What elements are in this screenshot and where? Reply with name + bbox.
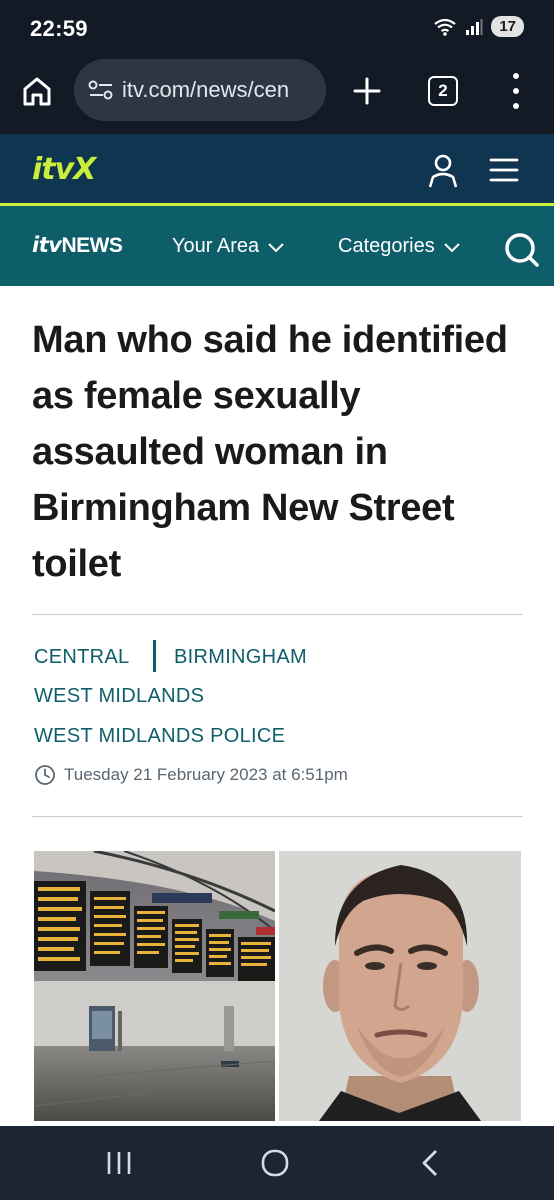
status-bar: 22:59 17 xyxy=(0,0,554,56)
timestamp-text: Tuesday 21 February 2023 at 6:51pm xyxy=(64,765,348,784)
address-bar[interactable]: itv.com/news/cen xyxy=(74,59,326,121)
clock-icon xyxy=(35,765,55,785)
tag-central[interactable]: CENTRAL xyxy=(34,646,129,669)
signal-icon xyxy=(466,18,483,35)
itvx-logo[interactable]: itvX xyxy=(32,152,96,187)
article-headline: Man who said he identified as female sex… xyxy=(32,319,508,585)
news-nav: itvNEWS Your Area Categories xyxy=(0,206,554,286)
back-icon[interactable] xyxy=(414,1148,448,1178)
system-navigation-bar xyxy=(0,1126,554,1200)
tag-divider xyxy=(153,640,156,672)
account-icon[interactable] xyxy=(424,152,462,190)
article: Man who said he identified as female sex… xyxy=(0,286,554,1126)
plus-icon[interactable] xyxy=(350,74,384,108)
nav-your-area-label: Your Area xyxy=(172,235,260,257)
url-text: itv.com/news/cen xyxy=(122,77,290,102)
hamburger-icon[interactable] xyxy=(488,156,520,184)
tab-switcher-button[interactable]: 2 xyxy=(428,76,458,106)
status-time: 22:59 xyxy=(30,16,88,41)
nav-categories-label: Categories xyxy=(338,235,435,257)
home-circle-icon[interactable] xyxy=(258,1148,292,1178)
divider xyxy=(32,614,523,615)
logo-news: NEWS xyxy=(61,234,123,257)
itv-news-logo[interactable]: itvNEWS xyxy=(32,233,123,258)
train-station-photo xyxy=(34,851,275,1121)
browser-toolbar: itv.com/news/cen 2 xyxy=(0,56,554,134)
site-settings-icon[interactable] xyxy=(88,79,114,101)
divider xyxy=(32,816,523,817)
recents-icon[interactable] xyxy=(102,1148,136,1178)
mugshot-photo xyxy=(279,851,521,1121)
tag-birmingham[interactable]: BIRMINGHAM xyxy=(174,646,307,669)
nav-categories[interactable]: Categories xyxy=(338,235,461,258)
chevron-down-icon xyxy=(268,242,284,252)
article-timestamp: Tuesday 21 February 2023 at 6:51pm xyxy=(34,764,348,786)
search-icon[interactable] xyxy=(502,230,540,268)
wifi-icon xyxy=(434,18,456,36)
tag-west-midlands[interactable]: WEST MIDLANDS xyxy=(34,685,204,708)
more-vert-icon[interactable] xyxy=(506,73,526,109)
tag-west-midlands-police[interactable]: WEST MIDLANDS POLICE xyxy=(34,725,285,748)
logo-itv: itv xyxy=(32,233,62,257)
chevron-down-icon xyxy=(444,242,460,252)
status-icons: 17 xyxy=(433,16,524,37)
nav-your-area[interactable]: Your Area xyxy=(172,235,285,258)
itvx-header: itvX xyxy=(0,134,554,206)
home-icon[interactable] xyxy=(20,74,54,108)
battery-icon: 17 xyxy=(491,16,524,37)
